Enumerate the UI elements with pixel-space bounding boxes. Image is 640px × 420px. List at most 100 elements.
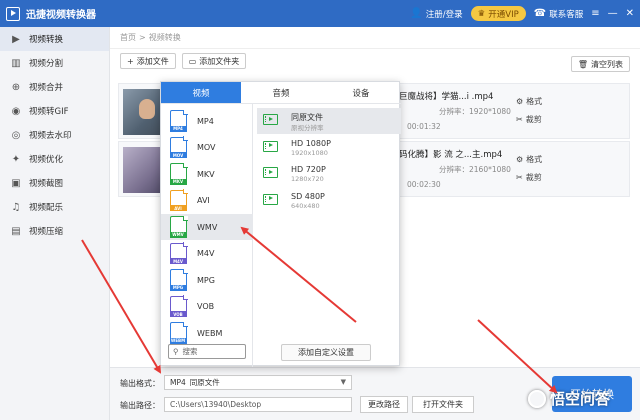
format-item-avi[interactable]: AVI AVI: [161, 188, 253, 214]
format-popup: 视频 音频 设备 MP4 MP4 MOV MOV MKV MKV AVI AVI WMV WMV M…: [160, 81, 401, 367]
format-item-vob[interactable]: VOB VOB: [161, 294, 253, 320]
format-settings-button[interactable]: ⚙ 格式: [516, 96, 542, 107]
sidebar: ▶ 视频转换 ▥ 视频分割 ⊕ 视频合并 ◉ 视频转GIF ◎ 视频去水印 ✦ …: [0, 27, 110, 420]
clear-list-button[interactable]: 🗑 清空列表: [570, 56, 630, 72]
format-item-wmv[interactable]: WMV WMV: [161, 214, 253, 240]
search-icon: ⚲: [173, 347, 179, 356]
user-icon: 👤: [410, 7, 423, 19]
music-icon: ♫: [11, 201, 21, 213]
change-path-button[interactable]: 更改路径: [360, 396, 408, 413]
breadcrumb-current: 视频转换: [148, 33, 181, 42]
minimize-icon[interactable]: —: [608, 8, 618, 19]
sidebar-item-optimize[interactable]: ✦ 视频优化: [0, 147, 109, 171]
format-item-mpg[interactable]: MPG MPG: [161, 267, 253, 293]
quality-item[interactable]: HD 720P 1280x720: [257, 161, 401, 187]
format-item-webm[interactable]: WEBM WEBM: [161, 320, 253, 346]
optimize-icon: ✦: [11, 153, 21, 165]
sidebar-item-music[interactable]: ♫ 视频配乐: [0, 195, 109, 219]
app-logo-icon: [6, 6, 20, 21]
login-link[interactable]: 👤 注册/登录: [410, 8, 462, 20]
tab-video[interactable]: 视频: [161, 82, 241, 103]
format-name: WEBM: [197, 328, 223, 338]
quality-list: 同原文件 原视分辨率 HD 1080P 1920x1080 HD 720P 1280x72…: [257, 104, 401, 367]
breadcrumb: 首页 > 视频转换: [110, 27, 640, 49]
file-duration: 00:02:30: [407, 180, 441, 189]
split-icon: ▥: [11, 57, 21, 69]
tab-device[interactable]: 设备: [321, 82, 401, 103]
sidebar-item-gif[interactable]: ◉ 视频转GIF: [0, 99, 109, 123]
quality-item[interactable]: 同原文件 原视分辨率: [257, 108, 401, 134]
file-format-icon: MPG: [169, 268, 188, 291]
watermark: 悟空问答: [528, 388, 610, 409]
quality-resolution: 原视分辨率: [291, 124, 324, 132]
quality-item[interactable]: HD 1080P 1920x1080: [257, 135, 401, 161]
sidebar-item-compress[interactable]: ▤ 视频压缩: [0, 219, 109, 243]
watermark-icon: ◎: [11, 129, 21, 141]
file-name: 码化腾】影 流 之...主.mp4: [399, 150, 503, 160]
sidebar-item-convert[interactable]: ▶ 视频转换: [0, 27, 109, 51]
quality-name: HD 720P: [291, 165, 326, 174]
screenshot-icon: ▣: [11, 177, 21, 189]
cut-button[interactable]: ✂ 裁剪: [516, 114, 542, 125]
tab-audio[interactable]: 音频: [241, 82, 321, 103]
folder-icon: ▭: [188, 56, 197, 66]
merge-icon: ⊕: [11, 81, 21, 93]
format-name: MP4: [197, 116, 214, 126]
app-title: 迅捷视频转换器: [26, 10, 96, 21]
quality-item[interactable]: SD 480P 640x480: [257, 188, 401, 214]
vip-button[interactable]: ♛ 开通VIP: [470, 6, 526, 21]
sidebar-item-merge[interactable]: ⊕ 视频合并: [0, 75, 109, 99]
file-format-icon: MKV: [169, 162, 188, 185]
format-search-input[interactable]: ⚲ 搜索: [168, 344, 246, 359]
format-item-mp4[interactable]: MP4 MP4: [161, 108, 253, 134]
sidebar-item-screenshot[interactable]: ▣ 视频截图: [0, 171, 109, 195]
format-item-mkv[interactable]: MKV MKV: [161, 161, 253, 187]
format-item-m4v[interactable]: M4V M4V: [161, 241, 253, 267]
output-format-label: 输出格式：: [120, 379, 160, 388]
quality-resolution: 1920x1080: [291, 148, 328, 157]
open-folder-button[interactable]: 打开文件夹: [412, 396, 474, 413]
quality-resolution: 640x480: [291, 201, 320, 210]
quality-name: HD 1080P: [291, 138, 331, 148]
breadcrumb-home[interactable]: 首页: [120, 32, 136, 43]
file-resolution: 分辨率：1920*1080: [439, 107, 511, 116]
format-name: MPG: [197, 275, 215, 285]
film-icon: [263, 114, 278, 125]
file-name: 巨魔战将】学猫...i .mp4: [399, 92, 494, 102]
format-name: VOB: [197, 302, 215, 311]
output-path-label: 输出路径：: [120, 401, 160, 410]
plus-icon: +: [127, 56, 134, 66]
format-name: M4V: [197, 249, 215, 258]
add-file-button[interactable]: + 添加文件: [120, 53, 176, 69]
close-icon[interactable]: ✕: [626, 8, 634, 19]
format-settings-button[interactable]: ⚙ 格式: [516, 154, 542, 165]
wukong-logo-icon: [528, 389, 546, 408]
sidebar-item-watermark[interactable]: ◎ 视频去水印: [0, 123, 109, 147]
gif-icon: ◉: [11, 105, 21, 117]
add-custom-setting-button[interactable]: 添加自定义设置: [281, 344, 371, 361]
chevron-down-icon: ▼: [340, 378, 346, 386]
format-name: AVI: [197, 196, 210, 205]
menu-icon[interactable]: ≡: [591, 8, 599, 19]
crown-icon: ♛: [477, 8, 486, 19]
support-link[interactable]: ☎ 联系客服: [534, 8, 583, 20]
file-resolution: 分辨率：2160*1080: [439, 165, 511, 174]
cut-button[interactable]: ✂ 裁剪: [516, 172, 542, 183]
format-name: MOV: [197, 143, 216, 152]
quality-resolution: 1280x720: [291, 175, 324, 183]
file-format-icon: AVI: [169, 189, 188, 211]
add-folder-button[interactable]: ▭ 添加文件夹: [181, 53, 247, 69]
format-item-mov[interactable]: MOV MOV: [161, 135, 253, 161]
sidebar-item-split[interactable]: ▥ 视频分割: [0, 51, 109, 75]
trash-icon: 🗑: [577, 59, 588, 69]
format-name: MKV: [197, 169, 215, 179]
file-format-icon: MP4: [169, 109, 188, 132]
scissors-icon: ✂: [516, 173, 523, 182]
output-path-field[interactable]: C:\Users\13940\Desktop: [164, 397, 352, 412]
scissors-icon: ✂: [516, 115, 523, 124]
headset-icon: ☎: [533, 7, 547, 19]
output-format-select[interactable]: MP4 同原文件 ▼: [164, 375, 352, 390]
film-icon: [263, 140, 278, 152]
file-format-icon: WEBM: [169, 321, 188, 344]
film-icon: [263, 167, 278, 178]
